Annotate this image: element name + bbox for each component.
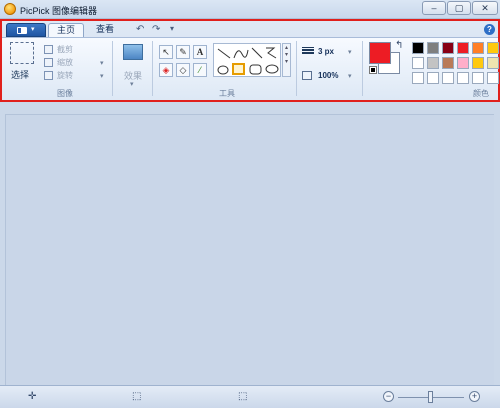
reset-colors-icon[interactable]	[369, 66, 377, 74]
color-swatch[interactable]	[442, 42, 454, 54]
ribbon: ▾ 主页 查看 ↶ ↷ ▾ ? 选择 截剪 缩放 ▾ 旋转 ▾ 图像 效果 ▾ …	[0, 19, 500, 102]
home-panel: 选择 截剪 缩放 ▾ 旋转 ▾ 图像 效果 ▾ ↖ ✎ A ◈ ◇ ⁄ ▴ ▾ …	[2, 37, 499, 100]
title-bar: PicPick 图像编辑器 – ▢ ✕	[0, 0, 500, 19]
color-swatch[interactable]	[412, 42, 424, 54]
color-swatch[interactable]	[412, 72, 424, 84]
color-swatch[interactable]	[457, 57, 469, 69]
color-swatch[interactable]	[427, 72, 439, 84]
crop-button[interactable]: 截剪	[44, 44, 73, 56]
rotate-dropdown-icon[interactable]: ▾	[100, 72, 104, 80]
selection-size-icon: ⬚	[132, 391, 142, 402]
divider	[152, 41, 153, 96]
color-swatch[interactable]	[457, 72, 469, 84]
color-swatch[interactable]	[442, 72, 454, 84]
picpick-app-icon	[4, 3, 16, 15]
image-group-label: 图像	[57, 89, 73, 98]
color-swatch[interactable]	[487, 57, 499, 69]
color-picker-tool[interactable]: ⁄	[193, 63, 207, 77]
minimize-button[interactable]: –	[422, 1, 446, 15]
tab-home[interactable]: 主页	[48, 23, 84, 37]
resize-icon	[44, 58, 53, 68]
color-swatch[interactable]	[472, 72, 484, 84]
swap-colors-icon[interactable]: ↰	[395, 40, 403, 51]
line-size-icon	[302, 52, 314, 54]
eraser-tool[interactable]: ◇	[176, 63, 190, 77]
line-size-icon	[302, 49, 314, 51]
shapes-scrollbar[interactable]: ▴ ▾ ▾	[282, 43, 291, 77]
quick-access-menu-icon[interactable]: ▾	[170, 24, 174, 33]
divider	[296, 41, 297, 96]
file-menu-button[interactable]: ▾	[6, 23, 46, 37]
color-swatch[interactable]	[427, 42, 439, 54]
select-tool-icon[interactable]	[10, 42, 34, 64]
line-size-dropdown-icon[interactable]: ▾	[348, 48, 352, 56]
resize-label: 缩放	[57, 58, 73, 67]
effect-icon[interactable]	[123, 44, 143, 60]
tab-view[interactable]: 查看	[88, 23, 122, 37]
resize-dropdown-icon[interactable]: ▾	[100, 59, 104, 67]
color-swatch[interactable]	[412, 57, 424, 69]
zoom-in-button[interactable]: +	[469, 391, 480, 402]
shapes-gallery-icons[interactable]	[214, 44, 282, 78]
rotate-button[interactable]: 旋转	[44, 70, 73, 82]
file-menu-icon	[17, 27, 27, 34]
image-canvas-area[interactable]	[5, 114, 494, 385]
resize-button[interactable]: 缩放	[44, 57, 73, 69]
color-swatch[interactable]	[442, 57, 454, 69]
undo-icon[interactable]: ↶	[136, 24, 144, 35]
pencil-tool[interactable]: ✎	[176, 45, 190, 59]
opacity-dropdown-icon[interactable]: ▾	[348, 72, 352, 80]
image-size-icon: ⬚	[238, 391, 248, 402]
opacity-value[interactable]: 100%	[318, 71, 338, 80]
color-swatch[interactable]	[472, 57, 484, 69]
text-tool[interactable]: A	[193, 45, 207, 59]
divider	[362, 41, 363, 96]
color-swatch[interactable]	[427, 57, 439, 69]
color-swatch[interactable]	[487, 72, 499, 84]
maximize-button[interactable]: ▢	[447, 1, 471, 15]
help-icon[interactable]: ?	[484, 24, 495, 35]
color-swatch[interactable]	[472, 42, 484, 54]
color-swatch[interactable]	[457, 42, 469, 54]
zoom-out-button[interactable]: −	[383, 391, 394, 402]
rotate-icon	[44, 71, 53, 81]
close-button[interactable]: ✕	[472, 1, 498, 15]
effect-dropdown-icon[interactable]: ▾	[130, 80, 134, 88]
zoom-slider-thumb[interactable]	[428, 391, 433, 403]
colors-group-label: 颜色	[473, 89, 489, 98]
status-bar: ✛ ⬚ ⬚ − +	[0, 385, 500, 408]
color-swatch[interactable]	[487, 42, 499, 54]
divider	[112, 41, 113, 96]
line-size-value[interactable]: 3 px	[318, 47, 334, 56]
opacity-icon	[302, 71, 312, 80]
primary-color[interactable]	[369, 42, 391, 64]
cursor-position-icon: ✛	[28, 391, 37, 402]
redo-icon[interactable]: ↷	[152, 24, 160, 35]
tools-group-label: 工具	[219, 89, 235, 98]
chevron-down-icon: ▾	[31, 26, 35, 33]
rotate-label: 旋转	[57, 71, 73, 80]
shapes-gallery	[213, 43, 281, 77]
fill-tool[interactable]: ◈	[159, 63, 173, 77]
window-title: PicPick 图像编辑器	[20, 6, 98, 16]
line-size-icon	[302, 47, 314, 48]
crop-icon	[44, 45, 53, 55]
select-tool-label[interactable]: 选择	[11, 68, 29, 81]
selection-arrow-tool[interactable]: ↖	[159, 45, 173, 59]
crop-label: 截剪	[57, 45, 73, 54]
